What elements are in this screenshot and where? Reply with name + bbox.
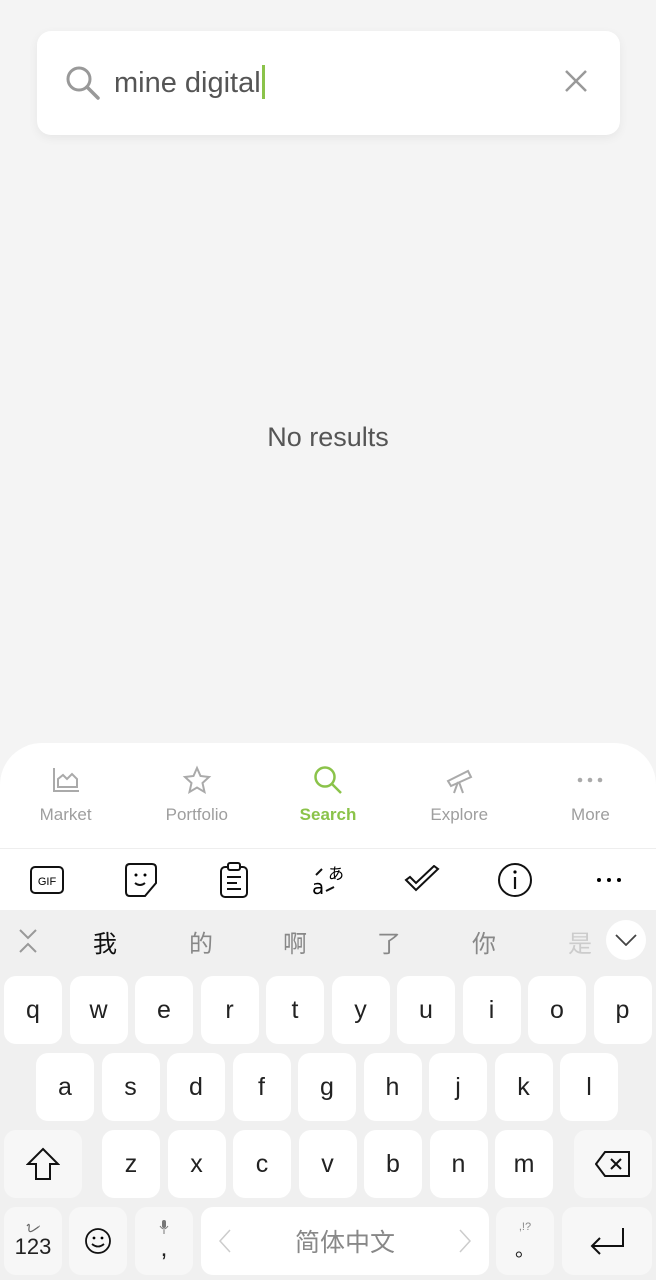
info-button[interactable] — [485, 862, 545, 898]
info-icon — [498, 862, 533, 897]
close-icon[interactable] — [564, 69, 588, 93]
candidate[interactable]: 你 — [472, 924, 496, 959]
gif-label: GIF — [38, 876, 57, 888]
key-q[interactable]: q — [4, 976, 62, 1044]
key-c[interactable]: c — [233, 1130, 291, 1198]
search-icon — [66, 66, 100, 100]
candidate[interactable]: 是 — [568, 924, 592, 959]
nav-label: Portfolio — [165, 805, 228, 824]
comma-label: , — [160, 1233, 168, 1262]
candidate[interactable]: 啊 — [283, 924, 307, 959]
more-dots-icon — [578, 777, 603, 783]
star-icon — [182, 765, 212, 795]
key-g[interactable]: g — [298, 1053, 356, 1121]
key-s[interactable]: s — [101, 1053, 160, 1121]
key-m[interactable]: m — [495, 1130, 553, 1198]
key-l[interactable]: l — [560, 1053, 618, 1121]
key-f[interactable]: f — [232, 1053, 291, 1121]
microphone-icon — [159, 1219, 169, 1234]
nav-label: More — [571, 805, 610, 824]
gif-icon: GIF — [29, 865, 64, 894]
key-b[interactable]: b — [364, 1130, 422, 1198]
nav-market[interactable]: Market — [0, 743, 131, 848]
shift-icon — [26, 1147, 60, 1180]
nav-label: Search — [299, 805, 357, 824]
search-input[interactable]: mine digital — [114, 65, 265, 101]
key-n[interactable]: n — [429, 1130, 488, 1198]
svg-text:a: a — [312, 875, 324, 897]
key-z[interactable]: z — [102, 1130, 160, 1198]
telescope-icon — [446, 769, 473, 794]
search-icon — [314, 766, 342, 794]
clipboard-button[interactable] — [204, 861, 264, 898]
chevron-down-icon — [615, 934, 637, 946]
key-w[interactable]: w — [69, 976, 128, 1044]
key-d[interactable]: d — [167, 1053, 225, 1121]
key-x[interactable]: x — [167, 1130, 226, 1198]
key-j[interactable]: j — [429, 1053, 487, 1121]
keyboard: 123 , 简体中文 ,!? 。 qwertyuiop asdfghjkl zxcvb… — [0, 970, 656, 1280]
more-button[interactable] — [579, 875, 639, 885]
chevron-left-icon — [219, 1229, 231, 1253]
sticker-button[interactable] — [111, 862, 171, 897]
nav-portfolio[interactable]: Portfolio — [131, 743, 262, 848]
no-results-message: No results — [267, 422, 389, 452]
handwriting-icon — [26, 1223, 40, 1233]
spellcheck-button[interactable] — [392, 864, 452, 895]
key-y[interactable]: y — [331, 976, 390, 1044]
text-caret — [261, 65, 265, 99]
candidate[interactable]: 的 — [189, 924, 213, 959]
key-k[interactable]: k — [494, 1053, 553, 1121]
enter-icon — [590, 1228, 624, 1255]
backspace-key[interactable] — [574, 1130, 652, 1198]
key-o[interactable]: o — [528, 976, 586, 1044]
collapse-icon[interactable] — [18, 928, 38, 954]
emoji-icon — [85, 1228, 111, 1254]
gif-button[interactable]: GIF — [17, 865, 77, 894]
svg-text:あ: あ — [328, 864, 344, 883]
key-v[interactable]: v — [298, 1130, 357, 1198]
translate-icon: aあ — [312, 864, 344, 897]
nav-explore[interactable]: Explore — [394, 743, 525, 848]
keyboard-toolbar: GIF aあ — [0, 849, 656, 910]
sticker-icon — [124, 862, 157, 897]
punct-label: 。 — [515, 1238, 535, 1261]
chevron-right-icon — [459, 1229, 471, 1253]
candidate[interactable]: 了 — [377, 924, 401, 959]
nav-label: Explore — [430, 805, 489, 824]
clipboard-icon — [220, 861, 249, 898]
enter-key[interactable] — [562, 1207, 652, 1275]
nav-search[interactable]: Search — [262, 743, 393, 848]
search-query-text: mine digital — [114, 67, 261, 99]
candidate[interactable]: 我 — [93, 924, 117, 959]
chart-area-icon — [52, 768, 79, 792]
shift-key[interactable] — [4, 1130, 82, 1198]
spellcheck-icon — [404, 864, 440, 891]
space-key[interactable]: 简体中文 — [201, 1207, 489, 1275]
nav-label: Market — [39, 805, 92, 824]
key-a[interactable]: a — [36, 1053, 94, 1121]
key-e[interactable]: e — [135, 976, 193, 1044]
punct-alt-label: ,!? — [518, 1220, 532, 1233]
comma-key[interactable]: , — [135, 1207, 193, 1275]
backspace-icon — [595, 1151, 630, 1177]
expand-candidates-button[interactable] — [606, 920, 646, 960]
key-r[interactable]: r — [200, 976, 259, 1044]
numbers-key[interactable]: 123 — [4, 1207, 62, 1275]
key-t[interactable]: t — [266, 976, 324, 1044]
key-u[interactable]: u — [397, 976, 455, 1044]
numbers-label: 123 — [14, 1234, 52, 1259]
punctuation-key[interactable]: ,!? 。 — [496, 1207, 554, 1275]
nav-more[interactable]: More — [525, 743, 656, 848]
emoji-key[interactable] — [69, 1207, 127, 1275]
more-icon — [597, 877, 622, 882]
bottom-nav: Market Portfolio Search Explore More — [0, 743, 656, 849]
key-h[interactable]: h — [363, 1053, 422, 1121]
key-i[interactable]: i — [462, 976, 521, 1044]
candidate-bar: 我 的 啊 了 你 是 — [0, 910, 656, 970]
search-bar[interactable]: mine digital — [37, 31, 620, 135]
space-label: 简体中文 — [294, 1229, 395, 1257]
key-p[interactable]: p — [593, 976, 652, 1044]
translate-button[interactable]: aあ — [298, 863, 358, 897]
